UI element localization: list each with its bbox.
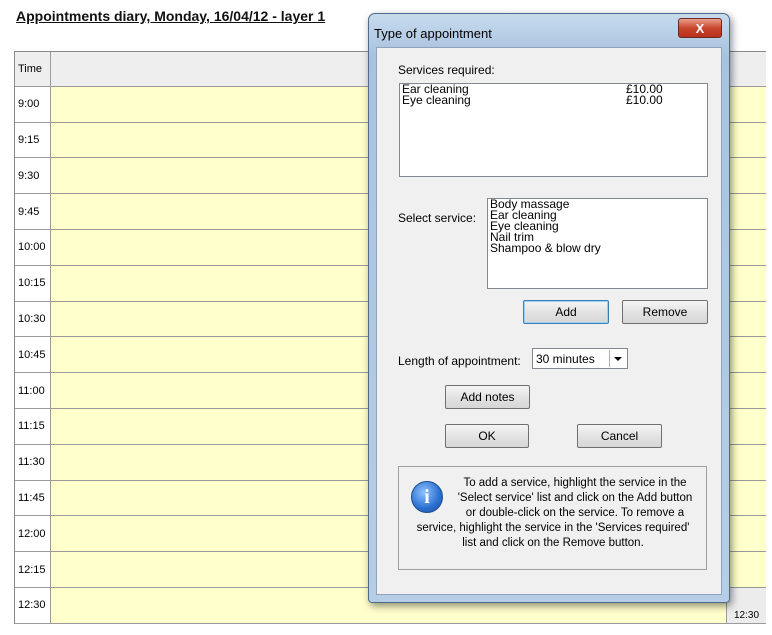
cancel-button[interactable]: Cancel [577,424,662,448]
time-label: 11:30 [15,444,51,480]
help-panel: i To add a service, highlight the servic… [398,466,707,570]
time-label: 12:00 [15,516,51,552]
dialog-body: Services required: Ear cleaning £10.00 Eye… [376,47,722,595]
help-text-line: list and click on the Remove button. [462,537,644,549]
time-label: 10:00 [15,229,51,265]
select-service-list[interactable]: Body massage Ear cleaning Eye cleaning Nail… [487,198,708,289]
help-text-line: 'Select service' list and click on the A… [457,492,693,504]
diary-title: Appointments diary, Monday, 16/04/12 - l… [16,8,326,24]
service-name: Eye cleaning [402,93,471,107]
time-label: 10:30 [15,301,51,337]
time-column-header: Time [15,52,51,86]
time-label: 10:45 [15,337,51,373]
length-of-appointment-select[interactable]: 30 minutes [532,348,628,369]
ok-button[interactable]: OK [445,424,529,448]
time-label: 9:15 [15,122,51,158]
time-label: 9:30 [15,158,51,194]
time-label: 11:00 [15,373,51,408]
add-notes-button[interactable]: Add notes [445,385,530,409]
services-required-label: Services required: [398,63,495,77]
dialog-titlebar[interactable]: Type of appointment X [369,14,729,48]
help-text-line: To add a service, highlight the service … [463,477,687,489]
time-label: 9:00 [15,86,51,122]
select-service-label: Select service: [398,211,477,225]
remove-button[interactable]: Remove [622,300,708,324]
add-button[interactable]: Add [523,300,609,324]
close-icon: X [695,20,705,36]
dialog-title: Type of appointment [374,26,492,41]
time-label: 9:45 [15,194,51,229]
time-label: 11:15 [15,408,51,444]
close-button[interactable]: X [678,18,722,38]
service-price: £10.00 [626,93,663,107]
help-text-line: service, highlight the service in the 'S… [416,522,690,534]
time-label: 12:15 [15,552,51,587]
time-label: 12:30 [15,587,51,623]
chevron-down-icon[interactable] [609,350,626,367]
help-text-line: or double-click on the service. To remov… [465,507,685,519]
type-of-appointment-dialog: Type of appointment X Services required:… [368,13,730,603]
time-label: 11:45 [15,480,51,516]
select-service-item[interactable]: Shampoo & blow dry [488,242,707,254]
time-label: 10:15 [15,265,51,301]
right-time-label: 12:30 [726,587,766,623]
help-text: To add a service, highlight the service … [402,476,704,551]
services-required-item[interactable]: Eye cleaning £10.00 [400,93,707,107]
services-required-list[interactable]: Ear cleaning £10.00 Eye cleaning £10.00 [399,83,708,177]
length-of-appointment-label: Length of appointment: [398,354,521,368]
length-value: 30 minutes [536,351,595,366]
